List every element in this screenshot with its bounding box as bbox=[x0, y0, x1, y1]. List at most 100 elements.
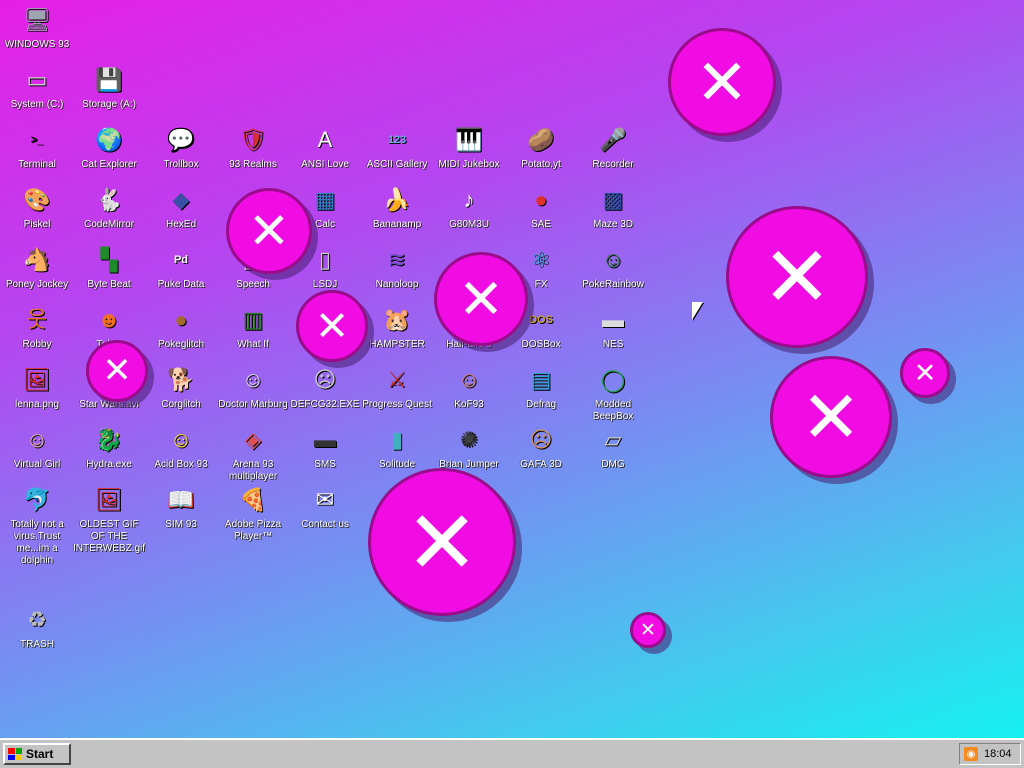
close-popup-button[interactable]: ✕ bbox=[86, 340, 148, 402]
desktop-icon-label: ASCII Gallery bbox=[366, 159, 428, 170]
cat-explorer-icon: 🌍 bbox=[95, 127, 123, 152]
desktop-icon[interactable]: ◆ HexEd bbox=[144, 184, 218, 231]
desktop-icon[interactable]: 📖 SIM 93 bbox=[144, 484, 218, 531]
desktop-icon-label: Poney Jockey bbox=[5, 279, 69, 290]
desktop-icon[interactable]: ✉ Contact us bbox=[288, 484, 362, 531]
desktop-icon[interactable]: 🛡 93 Realms bbox=[216, 124, 290, 171]
desktop-icon[interactable]: ☺ Acid Box 93 bbox=[144, 424, 218, 471]
desktop-icon[interactable]: ✺ Brian Jumper bbox=[432, 424, 506, 471]
desktop-icon[interactable]: ▬ SMS bbox=[288, 424, 362, 471]
desktop-icon[interactable]: ♻ TRASH bbox=[0, 604, 74, 651]
cube-icon: ◆ bbox=[172, 187, 190, 212]
desktop-icon[interactable]: ▬ NES bbox=[576, 304, 650, 351]
desktop-icon-label: Bananamp bbox=[372, 219, 422, 230]
close-icon: ✕ bbox=[457, 267, 505, 331]
close-popup-button[interactable]: ✕ bbox=[226, 188, 312, 274]
gif-file-icon: 🖼 bbox=[95, 487, 123, 512]
desktop-icon-label: CodeMirror bbox=[83, 219, 134, 230]
desktop-icon[interactable]: 🐇 CodeMirror bbox=[72, 184, 146, 231]
ascii-icon: 123 bbox=[387, 133, 407, 146]
close-popup-button[interactable]: ✕ bbox=[726, 206, 868, 348]
doctor-icon: ☺ bbox=[241, 367, 265, 392]
desktop-icon[interactable]: 🎤 Recorder bbox=[576, 124, 650, 171]
desktop-icon[interactable]: ⚔ Progress Quest bbox=[360, 364, 434, 411]
desktop-icon[interactable]: ☹ DEFCG32.EXE bbox=[288, 364, 362, 411]
desktop-icon-label: OLDEST GIF OF THE INTERWEBZ.gif bbox=[72, 519, 146, 554]
close-popup-button[interactable]: ✕ bbox=[900, 348, 950, 398]
desktop-icon[interactable]: ☹ GAFA 3D bbox=[504, 424, 578, 471]
desktop-icon[interactable]: 🥔 Potato.yt bbox=[504, 124, 578, 171]
codemirror-icon: 🐇 bbox=[95, 187, 123, 212]
knight-icon: 🛡 bbox=[239, 127, 267, 152]
desktop-icon[interactable]: ▚ Byte Beat bbox=[72, 244, 146, 291]
close-popup-button[interactable]: ✕ bbox=[630, 612, 666, 648]
desktop-icon[interactable]: ▥ What If bbox=[216, 304, 290, 351]
desktop-icon[interactable]: 🐹 HAMPSTER bbox=[360, 304, 434, 351]
desktop-icon[interactable]: 🖥 WINDOWS 93 bbox=[0, 4, 74, 51]
close-popup-button[interactable]: ✕ bbox=[368, 468, 516, 616]
solitude-icon: ▮ bbox=[390, 427, 404, 452]
whatif-icon: ▥ bbox=[242, 307, 264, 332]
desktop-icon[interactable]: ≋ Nanoloop bbox=[360, 244, 434, 291]
system-tray: ◉ 18:04 bbox=[959, 743, 1021, 765]
desktop-icon[interactable]: 🎨 Piskel bbox=[0, 184, 74, 231]
desktop-icon[interactable]: 🖼 lenna.png bbox=[0, 364, 74, 411]
desktop-icon[interactable]: 🎹 MIDI Jukebox bbox=[432, 124, 506, 171]
desktop-icon[interactable]: ▭ System (C:) bbox=[0, 64, 74, 111]
desktop-icon[interactable]: 🐕 Corglitch bbox=[144, 364, 218, 411]
desktop-icon[interactable]: 123 ASCII Gallery bbox=[360, 124, 434, 171]
desktop-icon-label: NES bbox=[602, 339, 624, 350]
start-button[interactable]: Start bbox=[3, 743, 71, 765]
desktop-icon[interactable]: ☺ Doctor Marburg bbox=[216, 364, 290, 411]
close-popup-button[interactable]: ✕ bbox=[770, 356, 892, 478]
desktop-icon[interactable]: >_ Terminal bbox=[0, 124, 74, 171]
desktop-icon-label: Arena 93 multiplayer bbox=[228, 459, 278, 482]
desktop-icon[interactable]: ▩ Maze 3D bbox=[576, 184, 650, 231]
desktop-icon-label: Doctor Marburg bbox=[218, 399, 288, 410]
desktop-icon-label: Virtual Girl bbox=[13, 459, 61, 470]
desktop-icon[interactable]: Pd Puke Data bbox=[144, 244, 218, 291]
close-icon: ✕ bbox=[640, 619, 656, 641]
desktop-icon[interactable]: ☺ PokeRainbow bbox=[576, 244, 650, 291]
desktop-icon[interactable]: ☺ KoF93 bbox=[432, 364, 506, 411]
desktop-icon-label: HAMPSTER bbox=[369, 339, 425, 350]
close-popup-button[interactable]: ✕ bbox=[434, 252, 528, 346]
desktop-icon[interactable]: 💬 Trollbox bbox=[144, 124, 218, 171]
desktop-icon[interactable]: ● Pokeglitch bbox=[144, 304, 218, 351]
desktop-icon-label: ANSI Love bbox=[301, 159, 349, 170]
desktop-icon[interactable]: ☺ Virtual Girl bbox=[0, 424, 74, 471]
desktop-icon[interactable]: 웃 Robby bbox=[0, 304, 74, 351]
desktop-icon[interactable]: 🐉 Hydra.exe bbox=[72, 424, 146, 471]
computer-icon: 🖥 bbox=[23, 7, 51, 32]
desktop-icon[interactable]: 🖼 OLDEST GIF OF THE INTERWEBZ.gif bbox=[72, 484, 146, 555]
close-icon: ✕ bbox=[314, 302, 350, 350]
desktop-icon[interactable]: 💾 Storage (A:) bbox=[72, 64, 146, 111]
desktop-icon[interactable]: ◯ Modded BeepBox bbox=[576, 364, 650, 423]
desktop-icon[interactable]: 🍕 Adobe Pizza Player™ bbox=[216, 484, 290, 543]
close-popup-button[interactable]: ✕ bbox=[668, 28, 776, 136]
desktop-icon[interactable]: ● SAE bbox=[504, 184, 578, 231]
desktop-icon[interactable]: 🐴 Poney Jockey bbox=[0, 244, 74, 291]
desktop-icon-label: Puke Data bbox=[157, 279, 205, 290]
desktop-icon[interactable]: ◈ Arena 93 multiplayer bbox=[216, 424, 290, 483]
swords-icon: ⚔ bbox=[387, 367, 407, 392]
desktop-icon[interactable]: ▤ Defrag bbox=[504, 364, 578, 411]
desktop-icon[interactable]: ♪ G80M3U bbox=[432, 184, 506, 231]
rss-icon[interactable]: ◉ bbox=[964, 747, 978, 761]
desktop-icon[interactable]: 🍌 Bananamp bbox=[360, 184, 434, 231]
desktop-icon-label: Pokeglitch bbox=[157, 339, 205, 350]
close-popup-button[interactable]: ✕ bbox=[296, 290, 368, 362]
desktop-icon[interactable]: ▱ DMG bbox=[576, 424, 650, 471]
desktop-icon[interactable]: ▮ Solitude bbox=[360, 424, 434, 471]
desktop-icon-label: Progress Quest bbox=[362, 399, 432, 410]
desktop[interactable]: 🖥 WINDOWS 93 ▭ System (C:) 💾 Storage (A:) >_ Te… bbox=[0, 0, 1024, 738]
desktop-icon[interactable]: 🌍 Cat Explorer bbox=[72, 124, 146, 171]
desktop-icon-label: System (C:) bbox=[10, 99, 64, 110]
terminal-icon: >_ bbox=[30, 133, 44, 146]
close-icon: ✕ bbox=[800, 375, 862, 459]
close-icon: ✕ bbox=[913, 357, 937, 389]
desktop-icon[interactable]: 🐬 Totally not a virus.Trust me...im a dol… bbox=[0, 484, 74, 567]
desktop-icon[interactable]: A ANSI Love bbox=[288, 124, 362, 171]
clock: 18:04 bbox=[984, 748, 1012, 760]
close-icon: ✕ bbox=[405, 490, 479, 594]
